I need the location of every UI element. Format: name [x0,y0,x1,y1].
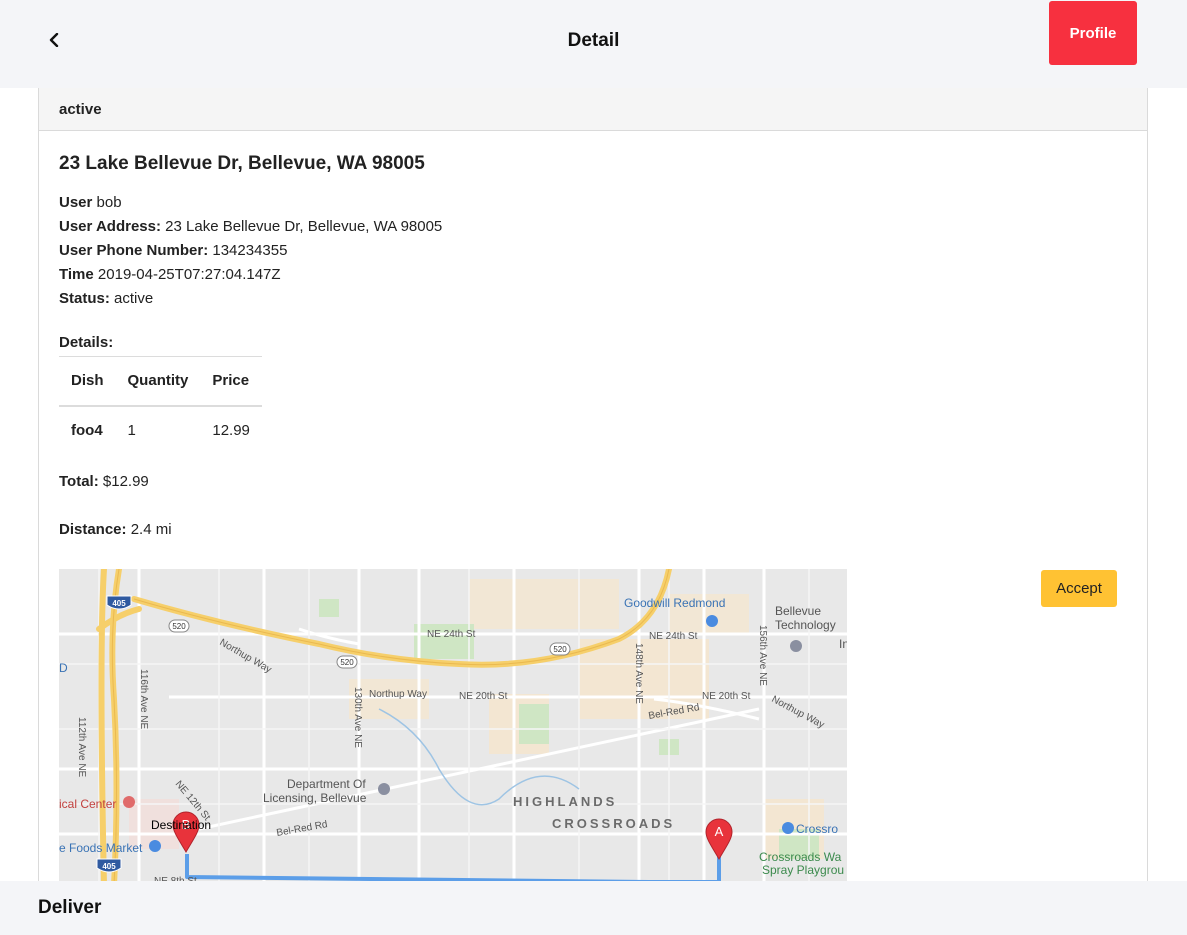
column-header-dish: Dish [71,372,104,390]
profile-button[interactable]: Profile [1049,1,1137,65]
distance-value: 2.4 mi [130,521,172,538]
info-label: User [59,194,93,211]
order-address-title: 23 Lake Bellevue Dr, Bellevue, WA 98005 [59,153,425,174]
info-label: Time [59,266,94,283]
route-map[interactable]: 405 405 520 520 520 Goodwill Redmond Bel… [59,569,847,885]
info-value: 134234355 [212,242,288,259]
map-label: Northup Way [369,689,427,700]
order-total: Total: $12.99 [59,473,149,490]
shopping-bag-icon[interactable] [706,615,718,627]
info-value: 23 Lake Bellevue Dr, Bellevue, WA 98005 [165,218,443,235]
map-label: In [839,637,847,651]
shield-label: 520 [172,622,186,631]
info-label: User Phone Number: [59,242,209,259]
total-value: $12.99 [102,473,149,490]
details-label: Details: [59,334,114,351]
map-label: HIGHLANDS [513,794,617,809]
table-row: foo4 1 12.99 [59,406,262,454]
info-row-status: Status: active [59,287,442,311]
page-title: Detail [567,30,620,51]
interstate-405-shield-top: 405 [106,595,132,610]
map-label: NE 20th St [702,691,751,702]
info-value: active [114,290,154,307]
government-building-icon[interactable] [378,783,390,795]
map-label: Licensing, Bellevue [263,791,367,805]
map-label: 116th Ave NE [138,669,149,730]
map-label: Crossroads Wa [759,850,842,864]
destination-label: Destination [151,818,211,832]
map-label: Bellevue [775,604,821,618]
route-520-shield-b: 520 [336,655,358,669]
map-label: 148th Ave NE [633,643,644,704]
route-520-shield-c: 520 [549,642,571,656]
order-card: active 23 Lake Bellevue Dr, Bellevue, WA… [38,88,1148,935]
shield-label: 520 [340,658,354,667]
shield-label: 405 [102,862,116,871]
map-label: NE 20th St [459,691,508,702]
total-label: Total: [59,473,99,490]
map-label: 156th Ave NE [757,625,768,686]
dish-cell: foo4 [71,421,103,439]
shield-label: 405 [112,599,126,608]
place-icon[interactable] [790,640,802,652]
map-label: Department Of [287,777,366,791]
marker-label: A [715,824,724,839]
interstate-405-shield-bottom: 405 [96,858,122,873]
info-value: 2019-04-25T07:27:04.147Z [97,266,281,283]
distance-label: Distance: [59,521,127,538]
bottom-bar: Deliver [0,881,1187,935]
info-row-user-address: User Address: 23 Lake Bellevue Dr, Belle… [59,215,442,239]
map-label: NE 24th St [427,629,476,640]
dishes-table: Dish Quantity Price foo4 1 12.99 [59,356,262,454]
info-value: bob [96,194,122,211]
map-label: Goodwill Redmond [624,596,725,610]
map-label: CROSSROADS [552,816,675,831]
column-header-quantity: Quantity [127,372,189,390]
route-map-canvas[interactable]: 405 405 520 520 520 Goodwill Redmond Bel… [59,569,847,885]
price-cell: 12.99 [212,421,250,439]
shield-label: 520 [553,645,567,654]
map-label: 112th Ave NE [76,717,87,778]
map-label: e Foods Market [59,841,143,855]
top-app-bar: Detail Profile [0,0,1187,88]
map-label: Spray Playgrou [762,863,844,877]
map-label: Crossro [796,822,838,836]
route-520-shield-a: 520 [168,619,190,633]
map-label: D [59,661,68,675]
accept-button[interactable]: Accept [1041,570,1117,607]
info-label: Status: [59,290,110,307]
info-label: User Address: [59,218,161,235]
column-header-price: Price [212,372,250,390]
map-label: ical Center [59,797,116,811]
shopping-bag-icon[interactable] [782,822,794,834]
info-row-user-phone: User Phone Number: 134234355 [59,239,442,263]
info-row-time: Time 2019-04-25T07:27:04.147Z [59,263,442,287]
hospital-icon[interactable] [123,796,135,808]
map-label: Technology [775,618,836,632]
order-distance: Distance: 2.4 mi [59,521,172,538]
table-header-row: Dish Quantity Price [59,356,262,406]
order-status-header: active [39,88,1147,131]
quantity-cell: 1 [127,421,136,439]
info-row-user: User bob [59,191,442,215]
map-label: NE 24th St [649,631,698,642]
footer-title: Deliver [38,897,102,918]
shopping-cart-icon[interactable] [149,840,161,852]
order-info: User bob User Address: 23 Lake Bellevue … [59,191,442,311]
map-label: 130th Ave NE [352,687,363,748]
